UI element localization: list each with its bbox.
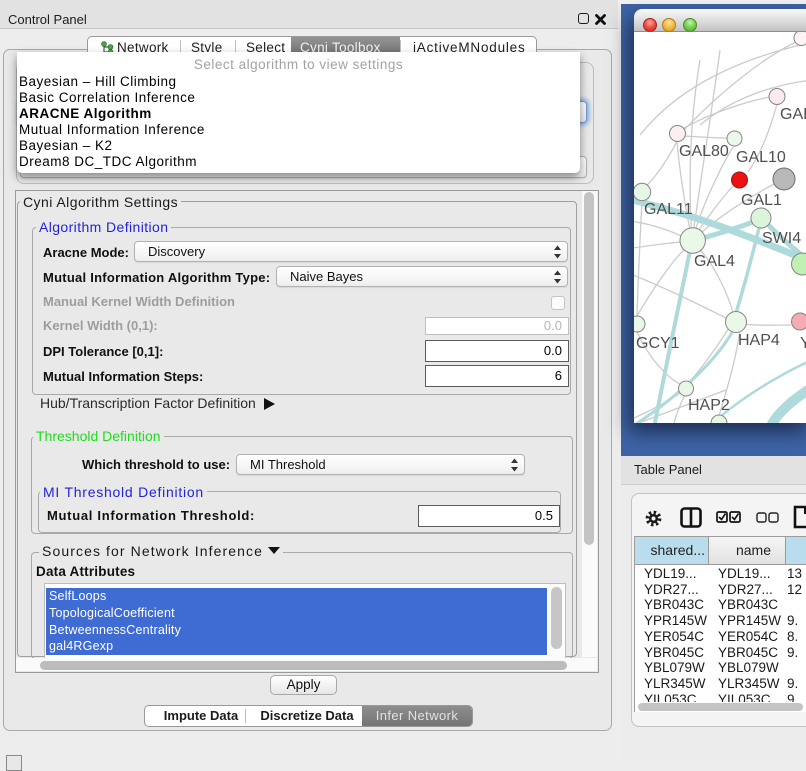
svg-text:GAL1: GAL1 [741, 192, 782, 209]
svg-text:HAP4: HAP4 [738, 332, 780, 349]
svg-text:HAP2: HAP2 [688, 397, 730, 414]
svg-text:GAL4: GAL4 [694, 253, 735, 270]
svg-text:Y: Y [800, 335, 806, 352]
svg-text:GAL11: GAL11 [644, 201, 693, 218]
svg-text:GAL: GAL [780, 106, 806, 123]
svg-text:GAL10: GAL10 [736, 149, 786, 166]
svg-text:SWI4: SWI4 [762, 230, 801, 247]
svg-text:GAL80: GAL80 [679, 143, 729, 160]
svg-text:GCY1: GCY1 [636, 335, 680, 352]
